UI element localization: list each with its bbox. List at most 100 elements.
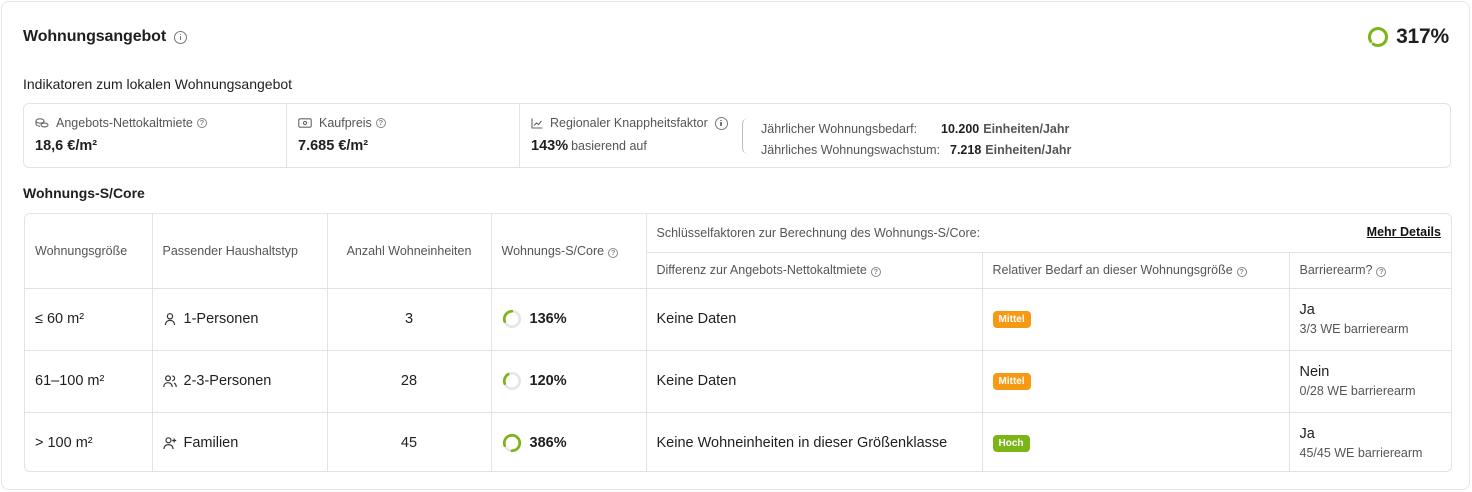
accessible-sub: 45/45 WE barrierearm [1299, 446, 1423, 461]
table-row: > 100 m² Familien 45 386% Keine Wohneinh… [25, 412, 1451, 471]
household-label: 2-3-Personen [183, 373, 272, 389]
cell-score: 136% [491, 288, 647, 351]
cell-rent-diff: Keine Daten [646, 288, 983, 351]
col-header-accessible: Barrierearm?? [1289, 252, 1451, 289]
total-score: 317% [1367, 25, 1449, 49]
score-section-title: Wohnungs-S/Core [23, 185, 145, 201]
indicator-label: Regionaler Knappheitsfaktor [550, 116, 708, 130]
people-icon [162, 375, 177, 388]
accessible-value: Ja [1299, 302, 1315, 318]
help-icon[interactable]: ? [1236, 267, 1247, 277]
progress-ring-icon [502, 434, 521, 453]
accessible-label: Barrierearm? [1299, 263, 1373, 277]
table-row: 61–100 m² 2-3-Personen 28 120% Keine Dat… [25, 350, 1451, 413]
indicator-kaufpreis: Kaufpreis ? 7.685 €/m² [287, 104, 520, 167]
col-header-rent-diff: Differenz zur Angebots-Nettokaltmiete? [646, 252, 983, 289]
cell-household: Familien [152, 412, 328, 471]
cell-accessible: Ja 45/45 WE barrierearm [1289, 412, 1451, 471]
accessible-sub: 0/28 WE barrierearm [1299, 384, 1416, 398]
cell-household: 2-3-Personen [152, 350, 328, 413]
card-header: Wohnungsangebot [23, 28, 188, 46]
knappheit-detail-row: Jährlicher Wohnungsbedarf: 10.200 Einhei… [761, 118, 1071, 139]
col-header-household: Passender Haushaltstyp [152, 214, 328, 289]
household-label: Familien [183, 435, 239, 452]
coins-icon [35, 118, 49, 128]
rent-diff-label: Differenz zur Angebots-Nettokaltmiete [656, 263, 867, 277]
demand-badge: Mittel [992, 311, 1031, 328]
cell-score: 386% [491, 412, 647, 471]
table-row: ≤ 60 m² 1-Personen 3 136% Keine Daten Mi… [25, 288, 1451, 351]
detail-unit: Einheiten/Jahr [985, 142, 1072, 157]
demand-badge: Mittel [992, 373, 1031, 390]
key-factors-label: Schlüsselfaktoren zur Berechnung des Woh… [656, 225, 981, 240]
cell-accessible: Nein 0/28 WE barrierearm [1289, 350, 1451, 413]
col-header-key-factors: Schlüsselfaktoren zur Berechnung des Woh… [646, 214, 1451, 253]
total-score-value: 317% [1396, 25, 1449, 48]
cell-size: ≤ 60 m² [25, 288, 153, 351]
accessible-value: Ja [1299, 426, 1315, 443]
col-header-size: Wohnungsgröße [25, 214, 153, 289]
accessible-value: Nein [1299, 364, 1330, 380]
card-title: Wohnungsangebot [23, 28, 167, 45]
progress-ring-icon [502, 309, 521, 329]
banknote-icon [298, 118, 312, 128]
demand-badge: Hoch [992, 435, 1030, 453]
household-label: 1-Personen [183, 311, 259, 327]
detail-unit: Einheiten/Jahr [983, 121, 1070, 136]
col-header-units: Anzahl Wohneinheiten [327, 214, 492, 289]
indicators-section-title: Indikatoren zum lokalen Wohnungsangebot [23, 76, 293, 92]
knappheit-details: Jährlicher Wohnungsbedarf: 10.200 Einhei… [761, 118, 1071, 160]
cell-rent-diff: Keine Wohneinheiten in dieser Größenklas… [646, 412, 983, 471]
wohnungsangebot-card: Wohnungsangebot 317% Indikatoren zum lok… [1, 1, 1470, 490]
cell-score: 120% [491, 350, 647, 413]
info-icon[interactable] [174, 30, 188, 44]
cell-demand: Mittel [982, 350, 1290, 413]
detail-label: Jährlicher Wohnungsbedarf: [761, 121, 918, 136]
col-header-score: Wohnungs-S/Core? [491, 214, 647, 289]
score-value: 386% [529, 435, 567, 452]
indicators-panel: Angebots-Nettokaltmiete ? 18,6 €/m² Kauf… [23, 103, 1451, 168]
brace-divider [742, 118, 750, 154]
cell-accessible: Ja 3/3 WE barrierearm [1289, 288, 1451, 351]
cell-units: 3 [327, 288, 492, 351]
knappheit-detail-row: Jährliches Wohnungswachstum: 7.218 Einhe… [761, 139, 1071, 160]
accessible-sub: 3/3 WE barrierearm [1299, 322, 1409, 336]
knappheitsfaktor-value: 143% [531, 138, 569, 154]
demand-label: Relativer Bedarf an dieser Wohnungsgröße [992, 263, 1233, 277]
col-header-demand: Relativer Bedarf an dieser Wohnungsgröße… [982, 252, 1290, 289]
indicator-knappheitsfaktor: Regionaler Knappheitsfaktor 143% basieren… [520, 104, 1450, 167]
detail-value: 10.200 [941, 121, 980, 136]
cell-demand: Hoch [982, 412, 1290, 471]
indicator-value: 7.685 €/m² [298, 138, 369, 154]
family-icon [162, 437, 176, 450]
help-icon[interactable]: ? [375, 118, 386, 128]
cell-demand: Mittel [982, 288, 1290, 351]
score-value: 136% [529, 311, 567, 327]
help-icon[interactable]: ? [196, 118, 207, 128]
help-icon[interactable]: ? [1376, 267, 1387, 277]
chart-line-icon [531, 118, 543, 129]
indicator-label: Angebots-Nettokaltmiete [56, 116, 193, 130]
cell-size: 61–100 m² [25, 350, 153, 413]
detail-value: 7.218 [950, 142, 982, 157]
info-icon[interactable] [714, 116, 728, 130]
cell-rent-diff: Keine Daten [646, 350, 983, 413]
indicator-value: 18,6 €/m² [35, 138, 98, 154]
detail-label: Jährliches Wohnungswachstum: [761, 142, 941, 157]
help-icon[interactable]: ? [608, 247, 619, 258]
cell-units: 28 [327, 350, 492, 413]
progress-ring-icon [1368, 27, 1389, 47]
cell-size: > 100 m² [25, 412, 153, 471]
col-header-score-label: Wohnungs-S/Core [501, 243, 605, 258]
knappheitsfaktor-sub: basierend auf [571, 139, 647, 153]
cell-household: 1-Personen [152, 288, 328, 351]
more-details-link[interactable]: Mehr Details [1367, 225, 1441, 239]
score-table: Wohnungsgröße Passender Haushaltstyp Anz… [24, 213, 1452, 472]
cell-units: 45 [327, 412, 492, 471]
indicator-nettokaltmiete: Angebots-Nettokaltmiete ? 18,6 €/m² [24, 104, 287, 167]
score-value: 120% [529, 373, 567, 389]
indicator-label: Kaufpreis [319, 116, 372, 130]
person-icon [164, 313, 175, 326]
progress-ring-icon [502, 371, 521, 391]
help-icon[interactable]: ? [870, 267, 881, 277]
